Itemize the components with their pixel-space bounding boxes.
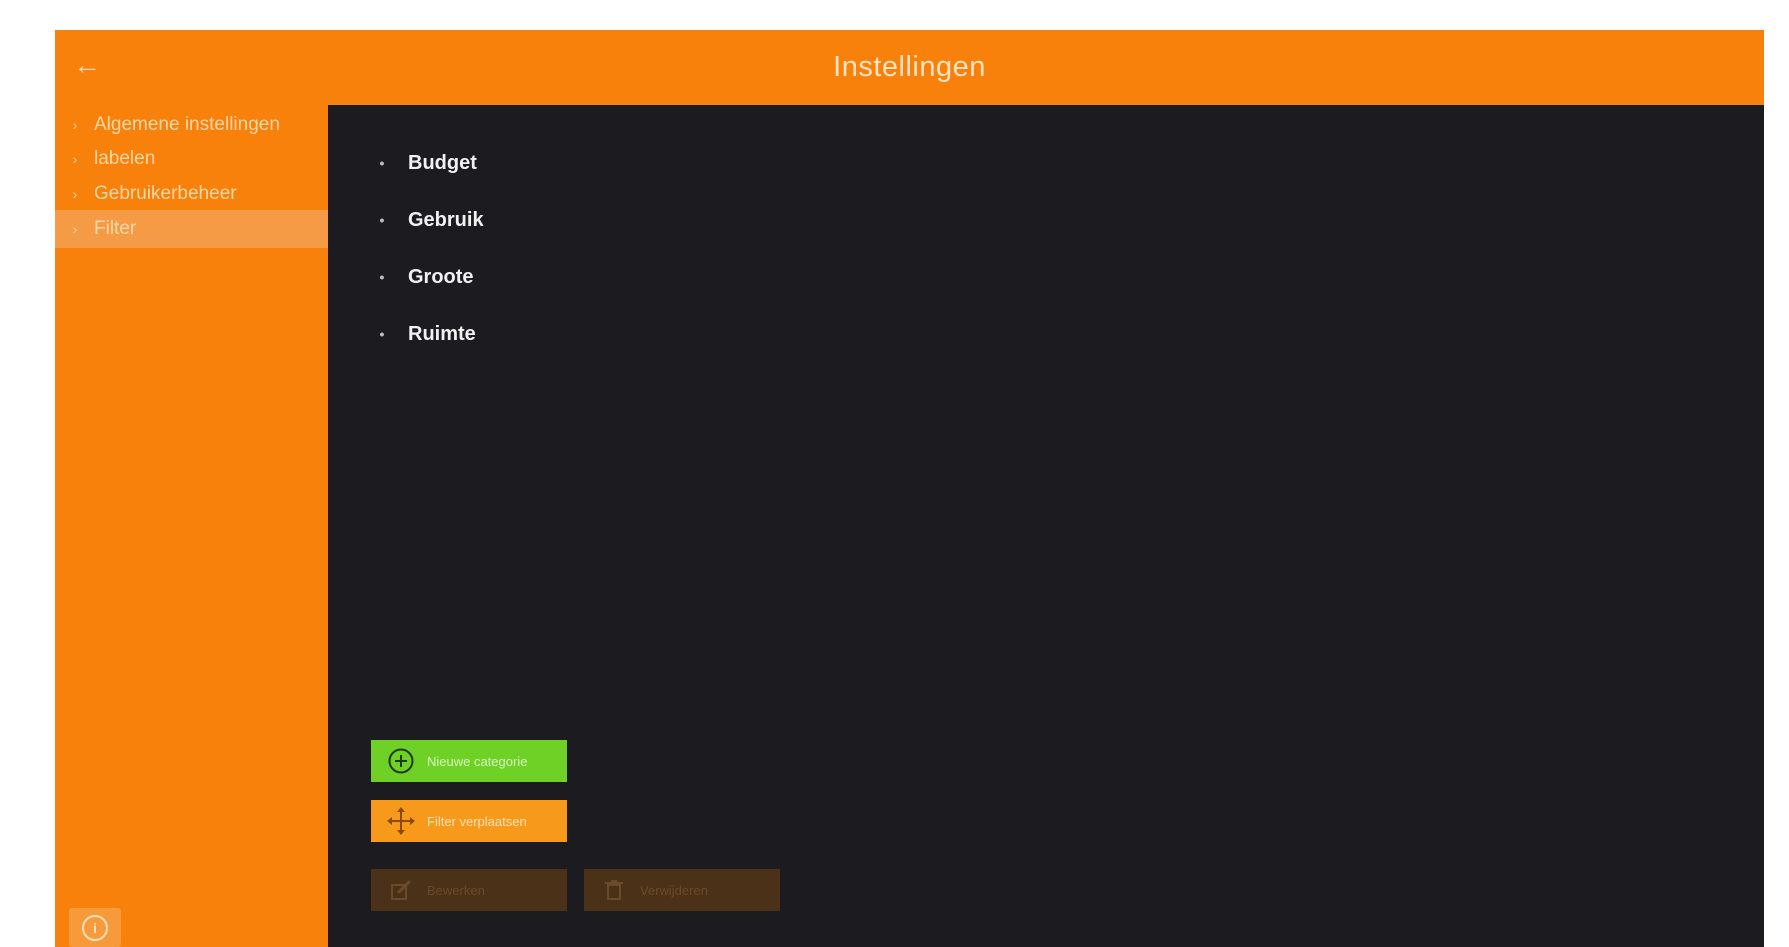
edit-label: Bewerken <box>427 882 485 898</box>
move-filter-button[interactable]: Filter verplaatsen <box>371 800 567 842</box>
filter-content-panel: • Budget • Gebruik • Groote • Ruimte Nie… <box>328 105 1764 947</box>
add-category-label: Nieuwe categorie <box>427 753 528 769</box>
plus-circle-icon <box>385 745 417 777</box>
trash-icon <box>598 874 630 906</box>
sidebar-item-algemene-instellingen[interactable]: › Algemene instellingen <box>55 106 328 144</box>
sidebar-item-gebruikerbeheer[interactable]: › Gebruikerbeheer <box>55 175 328 213</box>
filter-item-label: Groote <box>408 265 474 288</box>
bullet-icon: • <box>379 212 385 228</box>
delete-button[interactable]: Verwijderen <box>584 869 780 911</box>
move-filter-label: Filter verplaatsen <box>427 813 527 829</box>
chevron-right-icon: › <box>72 117 78 133</box>
header-bar: ← Instellingen <box>55 30 1764 105</box>
chevron-right-icon: › <box>72 186 78 202</box>
delete-label: Verwijderen <box>640 882 708 898</box>
filter-item-label: Ruimte <box>408 322 476 345</box>
bullet-icon: • <box>379 326 385 342</box>
add-category-button[interactable]: Nieuwe categorie <box>371 740 567 782</box>
bullet-icon: • <box>379 155 385 171</box>
info-icon: i <box>82 914 108 941</box>
filter-item-groote[interactable]: • Groote <box>378 257 474 297</box>
bullet-icon: • <box>379 269 385 285</box>
settings-window: ← Instellingen › Algemene instellingen ›… <box>55 30 1764 947</box>
info-button[interactable]: i <box>69 908 121 947</box>
sidebar-item-label: Algemene instellingen <box>94 114 280 135</box>
filter-item-gebruik[interactable]: • Gebruik <box>378 200 484 240</box>
filter-item-label: Gebruik <box>408 208 484 231</box>
chevron-right-icon: › <box>72 151 78 167</box>
filter-item-budget[interactable]: • Budget <box>378 143 477 183</box>
chevron-right-icon: › <box>72 221 78 237</box>
sidebar-item-label: Filter <box>94 218 137 239</box>
sidebar: › Algemene instellingen › labelen › Gebr… <box>55 105 328 947</box>
sidebar-item-label: labelen <box>94 148 156 169</box>
move-icon <box>385 805 417 837</box>
sidebar-item-label: Gebruikerbeheer <box>94 183 237 204</box>
sidebar-item-filter[interactable]: › Filter <box>55 210 328 248</box>
page-title: Instellingen <box>833 51 986 83</box>
edit-icon <box>385 874 417 906</box>
edit-button[interactable]: Bewerken <box>371 869 567 911</box>
filter-item-label: Budget <box>408 151 477 174</box>
filter-item-ruimte[interactable]: • Ruimte <box>378 314 476 354</box>
sidebar-item-labelen[interactable]: › labelen <box>55 140 328 178</box>
